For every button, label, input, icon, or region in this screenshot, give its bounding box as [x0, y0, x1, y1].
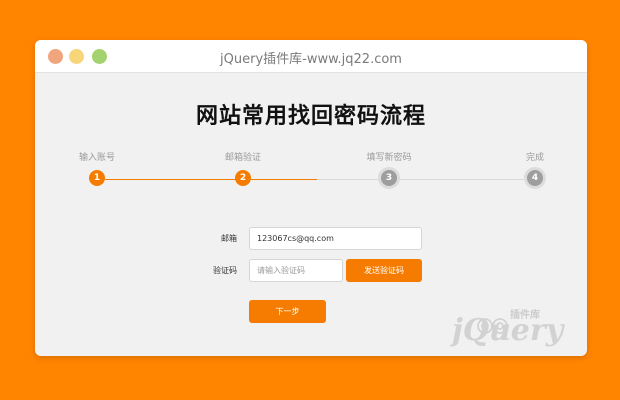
watermark-subtext: 插件库 [510, 308, 540, 321]
watermark-j: jQuery [450, 313, 566, 348]
step-3: 填写新密码 3 [349, 151, 429, 186]
title-bar: jQuery插件库-www.jq22.com [35, 40, 587, 73]
browser-window: jQuery插件库-www.jq22.com 网站常用找回密码流程 输入账号 1… [35, 40, 587, 356]
step-1-number: 1 [89, 170, 105, 186]
progress-line-1 [105, 179, 237, 180]
progress-line-2 [251, 179, 317, 180]
page-title: 网站常用找回密码流程 [195, 104, 426, 129]
step-3-number: 3 [381, 170, 397, 186]
code-label: 验证码 [213, 266, 237, 275]
step-4-number: 4 [527, 170, 543, 186]
step-4-label: 完成 [525, 153, 544, 163]
verification-code-input[interactable] [249, 259, 343, 282]
progress-line-2-remaining [317, 179, 382, 180]
step-2-number: 2 [235, 170, 251, 186]
step-1: 输入账号 1 [57, 151, 137, 186]
step-3-label: 填写新密码 [366, 153, 412, 163]
email-label: 邮箱 [221, 234, 237, 243]
step-4: 完成 4 [495, 151, 575, 186]
step-2-label: 邮箱验证 [224, 153, 261, 163]
next-button[interactable]: 下一步 [249, 300, 326, 323]
jquery-watermark-logo: jQuery 插件库 [450, 308, 566, 348]
step-2: 邮箱验证 2 [203, 151, 283, 186]
progress-line-3 [397, 179, 524, 180]
window-title: jQuery插件库-www.jq22.com [220, 52, 402, 67]
send-code-button[interactable]: 发送验证码 [346, 259, 422, 282]
step-1-label: 输入账号 [78, 153, 115, 163]
email-field[interactable] [249, 227, 422, 250]
